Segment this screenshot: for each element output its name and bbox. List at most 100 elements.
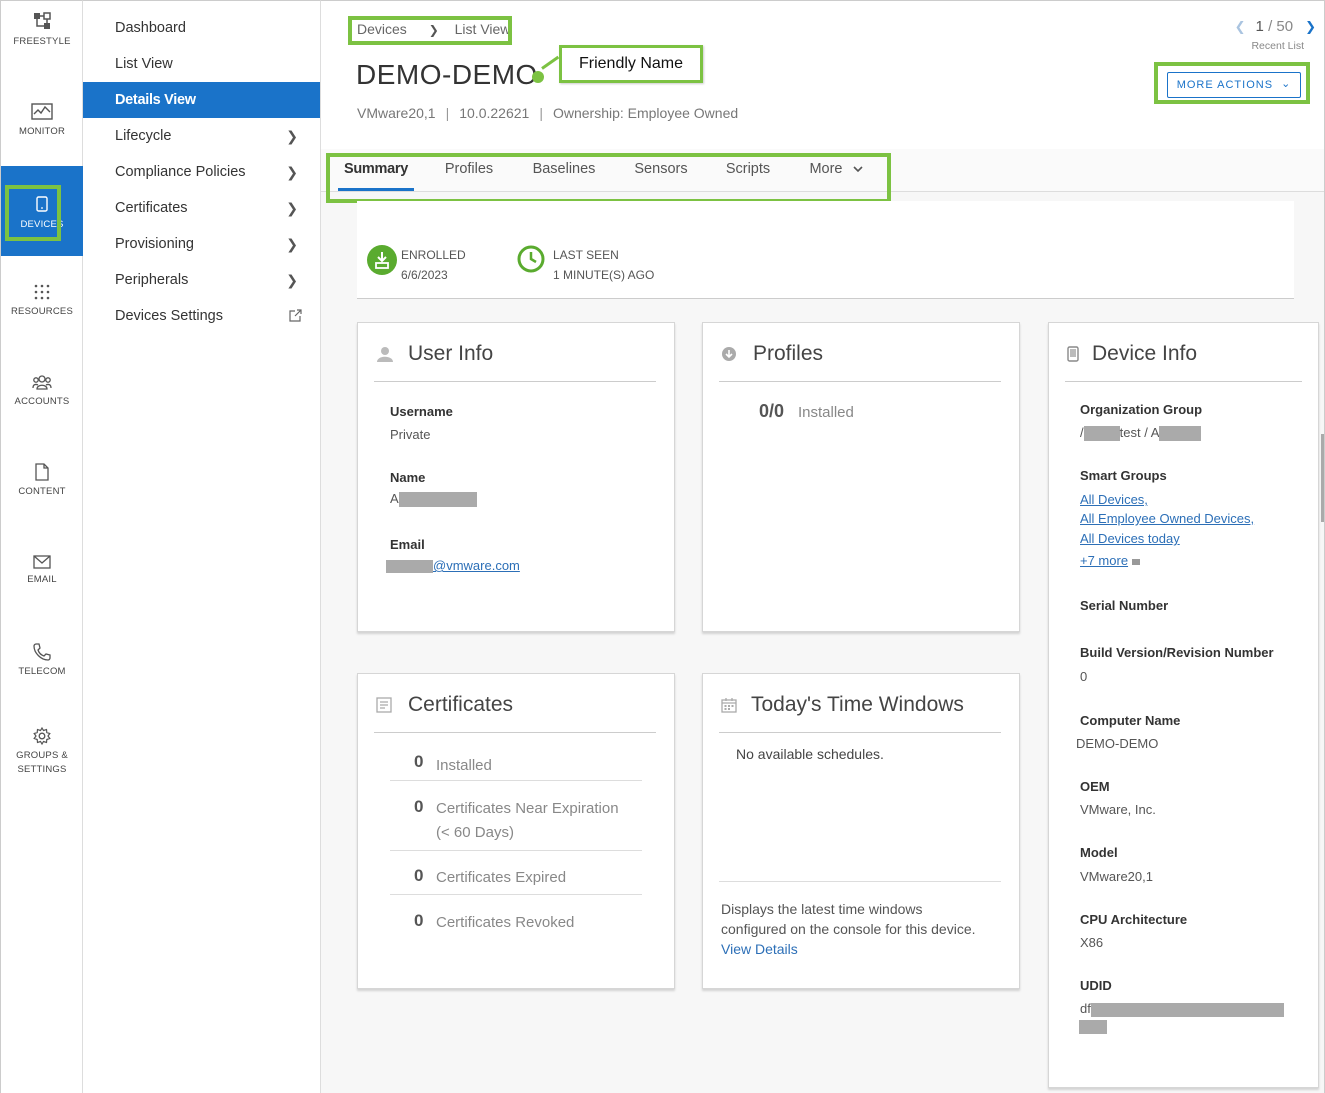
enrolled-text: ENROLLED 6/6/2023 xyxy=(401,245,466,285)
breadcrumb-devices[interactable]: Devices xyxy=(357,21,407,37)
redacted-block xyxy=(1090,1002,1284,1017)
rail-item-groups-settings[interactable]: GROUPS & SETTINGS xyxy=(1,716,83,806)
callout-dot xyxy=(532,71,544,83)
more-actions-button[interactable]: MORE ACTIONS ⌄ xyxy=(1167,72,1301,98)
next-icon[interactable]: ❯ xyxy=(1305,19,1316,34)
user-icon xyxy=(377,347,393,362)
rail-item-email[interactable]: EMAIL xyxy=(1,541,83,631)
subnav-list-view[interactable]: List View xyxy=(83,46,320,82)
rail-label: EMAIL xyxy=(27,574,57,585)
view-details-link[interactable]: View Details xyxy=(721,939,976,959)
username-value: Private xyxy=(390,427,431,442)
subnav-lifecycle[interactable]: Lifecycle ❯ xyxy=(83,118,320,154)
subnav-certificates[interactable]: Certificates ❯ xyxy=(83,190,320,226)
tab-scripts[interactable]: Scripts xyxy=(718,149,778,191)
friendly-name-callout: Friendly Name xyxy=(559,45,703,83)
last-seen-text: LAST SEEN 1 MINUTE(S) AGO xyxy=(553,245,654,285)
card-header: User Info xyxy=(374,340,656,382)
card-header: Today's Time Windows xyxy=(719,691,1001,733)
tab-sensors[interactable]: Sensors xyxy=(623,149,699,191)
card-title: User Info xyxy=(408,342,494,365)
folder-icon xyxy=(1132,558,1141,565)
cert-label: Installed xyxy=(436,757,492,774)
main-nav-rail: FREESTYLE MONITOR DEVICES RESOURCES ACCO… xyxy=(0,0,83,1093)
scrollbar[interactable] xyxy=(1321,434,1324,522)
udid-prefix: df xyxy=(1080,1001,1091,1016)
callout-connector xyxy=(541,55,560,70)
rail-item-content[interactable]: CONTENT xyxy=(1,451,83,541)
chevron-right-icon: ❯ xyxy=(286,272,298,288)
tab-profiles[interactable]: Profiles xyxy=(433,149,505,191)
tab-more[interactable]: More xyxy=(801,149,871,191)
cert-count: 0 xyxy=(414,752,424,771)
rail-item-telecom[interactable]: TELECOM xyxy=(1,631,83,721)
subnav-label: Provisioning xyxy=(115,236,194,252)
subnav-peripherals[interactable]: Peripherals ❯ xyxy=(83,262,320,298)
rail-item-freestyle[interactable]: FREESTYLE xyxy=(1,1,83,91)
subnav-label: Lifecycle xyxy=(115,128,172,144)
time-windows-footer: Displays the latest time windows configu… xyxy=(721,899,976,959)
subnav-label: List View xyxy=(115,56,173,72)
cert-revoked-row: 0 Certificates Revoked xyxy=(390,911,642,940)
name-prefix: A xyxy=(390,491,399,506)
computer-name-value: DEMO-DEMO xyxy=(1076,736,1159,751)
subnav-details-view[interactable]: Details View xyxy=(83,82,320,118)
clock-icon xyxy=(517,245,545,273)
redacted-block xyxy=(1079,1020,1107,1034)
name-value: A xyxy=(390,491,477,508)
smart-groups-label: Smart Groups xyxy=(1080,468,1167,483)
card-header: Profiles xyxy=(719,340,1001,382)
rail-item-accounts[interactable]: ACCOUNTS xyxy=(1,361,83,451)
cert-near-expiration-row: 0 Certificates Near Expiration (< 60 Day… xyxy=(390,797,642,851)
oem-label: OEM xyxy=(1080,779,1110,794)
rail-item-resources[interactable]: RESOURCES xyxy=(1,271,83,361)
recent-list-pager: ❮ 1 / 50 ❯ Recent List xyxy=(1235,18,1316,52)
rail-item-devices[interactable]: DEVICES xyxy=(1,166,83,256)
card-header: Device Info xyxy=(1065,340,1302,382)
subnav-label: Compliance Policies xyxy=(115,164,246,180)
pager-current: 1 xyxy=(1255,18,1264,35)
divider xyxy=(719,881,1001,882)
enrolled-label: ENROLLED xyxy=(401,248,466,262)
chevron-right-icon: ❯ xyxy=(286,200,298,216)
tab-bar: Summary Profiles Baselines Sensors Scrip… xyxy=(321,149,1324,203)
subnav-devices-settings[interactable]: Devices Settings xyxy=(83,298,320,334)
cpu-architecture-label: CPU Architecture xyxy=(1080,912,1188,927)
smart-group-link[interactable]: All Employee Owned Devices, xyxy=(1080,511,1254,526)
breadcrumb-list-view[interactable]: List View xyxy=(455,21,511,37)
cert-count: 0 xyxy=(414,866,424,885)
oem-value: VMware, Inc. xyxy=(1080,802,1156,817)
device-ownership: Ownership: Employee Owned xyxy=(552,105,739,121)
rail-label: CONTENT xyxy=(18,486,66,497)
email-link[interactable]: @vmware.com xyxy=(433,558,520,573)
prev-icon[interactable]: ❮ xyxy=(1235,19,1246,34)
subnav-compliance-policies[interactable]: Compliance Policies ❯ xyxy=(83,154,320,190)
gear-icon xyxy=(33,727,51,745)
smart-group-link[interactable]: All Devices, xyxy=(1080,492,1148,507)
cpu-architecture-value: X86 xyxy=(1080,935,1104,950)
freestyle-icon xyxy=(34,12,51,29)
smart-groups-more-link[interactable]: +7 more xyxy=(1080,553,1128,568)
footer-line-1: Displays the latest time windows xyxy=(721,901,923,917)
accounts-icon xyxy=(32,375,52,390)
footer-line-2: configured on the console for this devic… xyxy=(721,921,976,937)
breadcrumb: Devices ❯ List View xyxy=(357,21,510,37)
smart-group-link[interactable]: All Devices today xyxy=(1080,531,1180,546)
tab-baselines[interactable]: Baselines xyxy=(524,149,604,191)
tab-more-label: More xyxy=(809,161,843,177)
chevron-right-icon: ❯ xyxy=(286,128,298,144)
subnav-dashboard[interactable]: Dashboard xyxy=(83,10,320,46)
card-title: Certificates xyxy=(408,693,514,716)
chevron-down-icon xyxy=(852,166,863,173)
chevron-down-icon: ⌄ xyxy=(1281,78,1292,90)
udid-value: df xyxy=(1080,1001,1284,1017)
subnav-provisioning[interactable]: Provisioning ❯ xyxy=(83,226,320,262)
enrolled-date: 6/6/2023 xyxy=(401,268,448,282)
email-value[interactable]: @vmware.com xyxy=(386,558,520,574)
tab-summary[interactable]: Summary xyxy=(338,149,414,191)
email-label: Email xyxy=(390,537,425,552)
enrolled-icon xyxy=(367,245,397,275)
cert-label-2: (< 60 Days) xyxy=(436,824,514,841)
cert-count: 0 xyxy=(414,911,424,930)
smart-groups-more[interactable]: +7 more xyxy=(1080,553,1141,568)
